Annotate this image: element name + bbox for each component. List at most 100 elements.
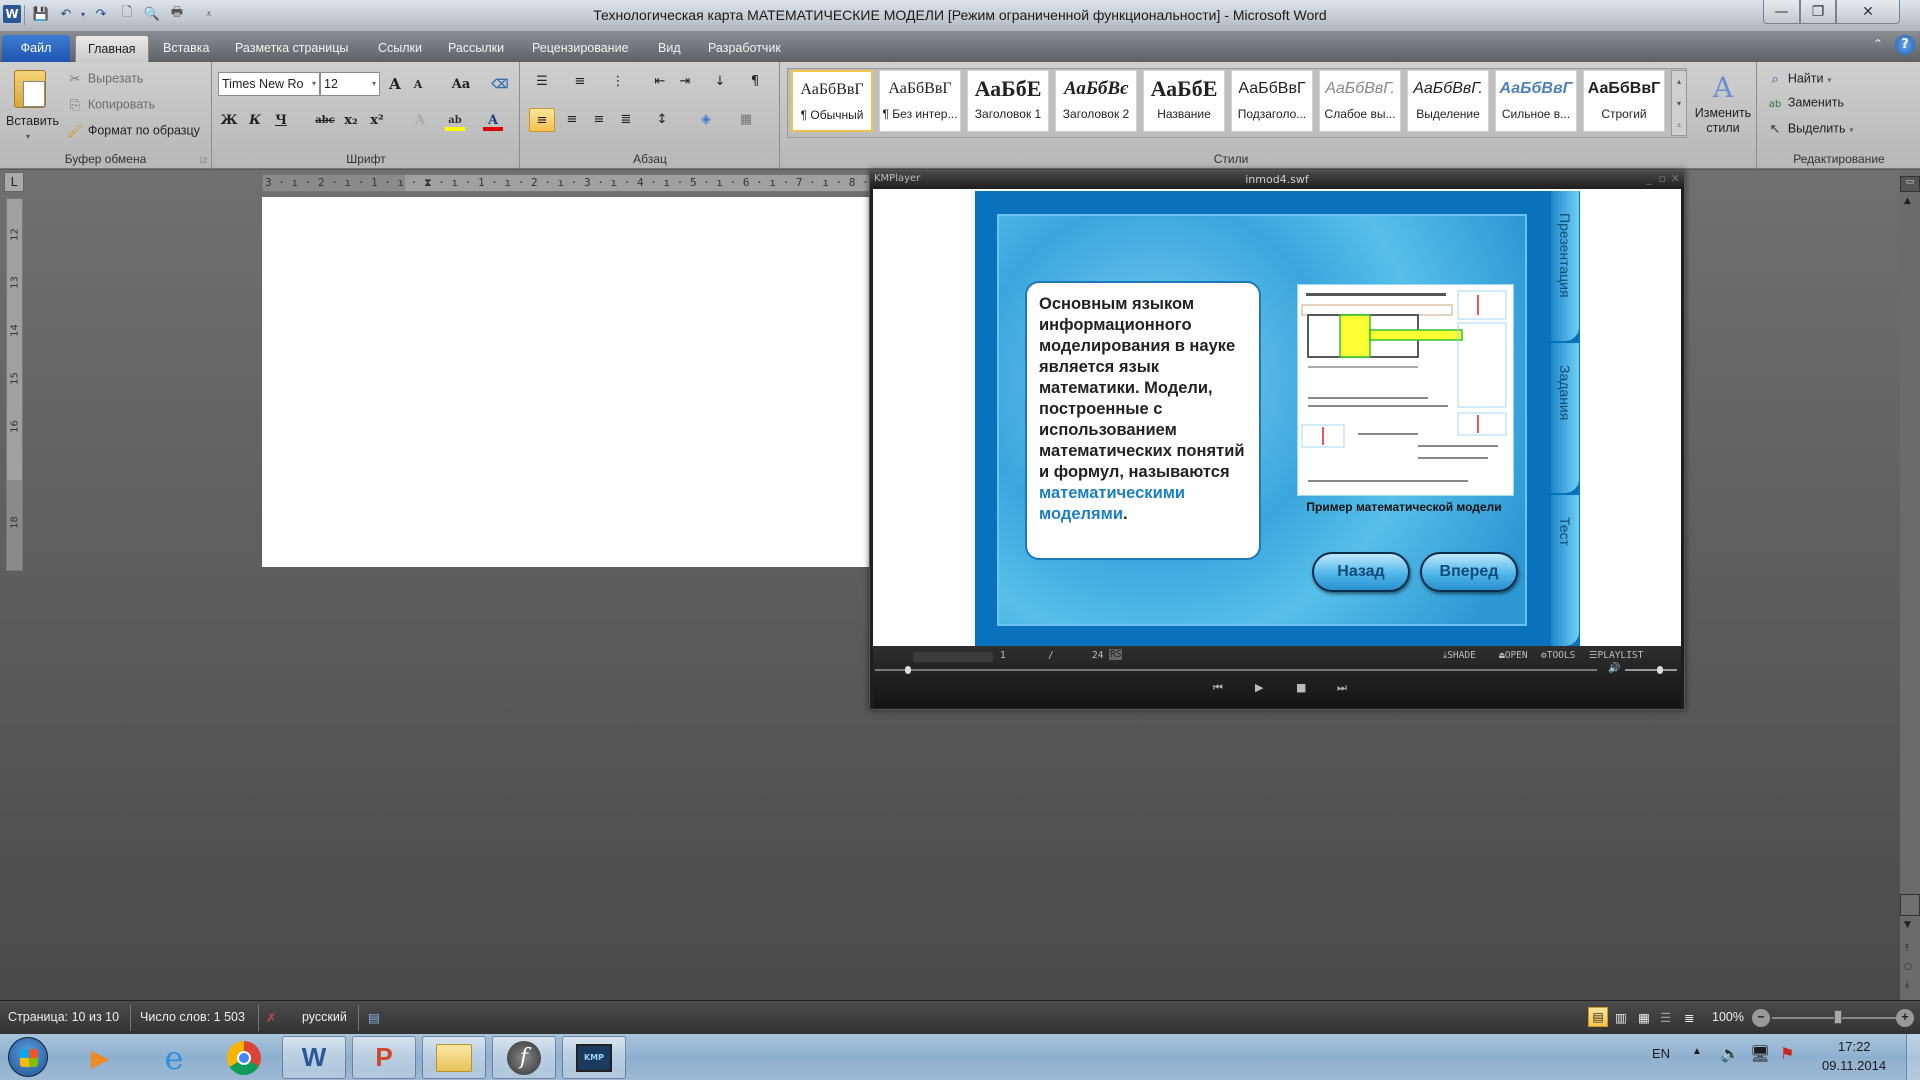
font-name-field[interactable]: Times New Ro ▾ bbox=[218, 72, 320, 96]
zoom-out-button[interactable]: − bbox=[1752, 1009, 1770, 1027]
style-item[interactable]: АаБбВвГ Сильное в... bbox=[1495, 70, 1577, 132]
bullets-icon[interactable]: ☰ bbox=[533, 72, 551, 90]
language-indicator[interactable]: EN bbox=[1652, 1046, 1670, 1061]
font-color-button[interactable]: A bbox=[481, 108, 505, 132]
style-item[interactable]: АаБбВвГ Строгий bbox=[1583, 70, 1665, 132]
borders-icon[interactable]: ▦ bbox=[737, 110, 755, 128]
replace-button[interactable]: ab Заменить bbox=[1766, 95, 1844, 113]
ruler-toggle-icon[interactable]: ▭ bbox=[1900, 176, 1920, 192]
scroll-up-icon[interactable]: ▲ bbox=[1904, 196, 1911, 206]
justify-icon[interactable]: ≣ bbox=[617, 110, 635, 128]
kmp-maximize-icon[interactable]: ▫ bbox=[1659, 172, 1666, 185]
style-item[interactable]: АаБбЕ Заголовок 1 bbox=[967, 70, 1049, 132]
print-layout-view-icon[interactable]: ▤ bbox=[1588, 1007, 1608, 1027]
superscript-button[interactable]: x² bbox=[365, 108, 389, 132]
tab-mailings[interactable]: Рассылки bbox=[436, 35, 516, 62]
style-item[interactable]: АаБбВє Заголовок 2 bbox=[1055, 70, 1137, 132]
tab-insert[interactable]: Вставка bbox=[151, 35, 221, 62]
taskbar-kmplayer[interactable]: KMP bbox=[562, 1036, 626, 1079]
browse-object-icon[interactable]: ○ bbox=[1904, 962, 1912, 972]
page-count[interactable]: Страница: 10 из 10 bbox=[8, 1010, 119, 1024]
zoom-slider-thumb[interactable] bbox=[1834, 1010, 1842, 1024]
shade-button[interactable]: ⤓SHADE bbox=[1443, 650, 1476, 661]
spelling-icon[interactable]: ✗ bbox=[266, 1010, 276, 1025]
next-icon[interactable]: ⏭ bbox=[1337, 681, 1347, 695]
taskbar-explorer[interactable] bbox=[422, 1036, 486, 1079]
paste-icon[interactable] bbox=[14, 70, 46, 108]
taskbar-powerpoint[interactable]: P bbox=[352, 1036, 416, 1079]
strikethrough-button[interactable]: abc bbox=[313, 108, 337, 132]
align-center-icon[interactable]: ≡ bbox=[563, 110, 581, 128]
zoom-in-button[interactable]: + bbox=[1896, 1009, 1914, 1027]
shading-icon[interactable]: ◈ bbox=[697, 110, 715, 128]
back-button[interactable]: Назад bbox=[1312, 552, 1410, 592]
font-size-field[interactable]: 12 ▾ bbox=[320, 72, 380, 96]
change-styles-button[interactable]: A Изменить стили bbox=[1693, 70, 1753, 136]
paste-dropdown-icon[interactable]: ▾ bbox=[26, 132, 30, 141]
language[interactable]: русский bbox=[302, 1010, 347, 1024]
italic-button[interactable]: К bbox=[243, 108, 267, 132]
minimize-ribbon-icon[interactable]: ⌃ bbox=[1873, 37, 1883, 51]
scroll-thumb[interactable] bbox=[1900, 894, 1920, 916]
previous-page-icon[interactable]: ⤒ bbox=[1905, 944, 1909, 954]
grow-font-button[interactable]: A bbox=[383, 72, 407, 96]
tab-file[interactable]: Файл bbox=[2, 35, 70, 62]
start-button[interactable] bbox=[8, 1037, 48, 1077]
volume-handle[interactable] bbox=[1657, 666, 1663, 674]
underline-button[interactable]: Ч bbox=[269, 108, 293, 132]
tab-references[interactable]: Ссылки bbox=[366, 35, 434, 62]
shrink-font-button[interactable]: A bbox=[406, 72, 430, 96]
format-painter-button[interactable]: 🖌 Формат по образцу bbox=[66, 122, 200, 140]
forward-button[interactable]: Вперед bbox=[1420, 552, 1518, 592]
seek-handle[interactable] bbox=[905, 666, 911, 674]
stop-icon[interactable]: ■ bbox=[1296, 681, 1306, 694]
select-button[interactable]: ↖ Выделить ▾ bbox=[1766, 120, 1854, 138]
minimize-button[interactable]: — bbox=[1763, 0, 1800, 24]
style-item[interactable]: АаБбВвГ. Слабое вы... bbox=[1319, 70, 1401, 132]
taskbar-internet-explorer[interactable]: e bbox=[142, 1036, 206, 1079]
help-icon[interactable]: ? bbox=[1895, 35, 1915, 55]
vertical-ruler[interactable]: 12 13 14 15 16 18 bbox=[6, 198, 23, 571]
kmp-close-icon[interactable]: ✕ bbox=[1671, 172, 1680, 185]
side-tab-tasks[interactable]: Задания bbox=[1551, 343, 1579, 493]
rs-indicator[interactable]: RS bbox=[1109, 649, 1123, 660]
seek-bar[interactable] bbox=[875, 669, 1597, 671]
tools-button[interactable]: ⚙TOOLS bbox=[1541, 650, 1575, 661]
taskbar-flash-player[interactable]: f bbox=[492, 1036, 556, 1079]
style-item[interactable]: АаБбВвГ. Выделение bbox=[1407, 70, 1489, 132]
text-effects-button[interactable]: A bbox=[408, 108, 432, 132]
side-tab-presentation[interactable]: Презентация bbox=[1551, 191, 1579, 341]
clock-time[interactable]: 17:22 bbox=[1838, 1039, 1871, 1054]
multilevel-list-icon[interactable]: ⋮ bbox=[609, 72, 627, 90]
previous-icon[interactable]: ⏮ bbox=[1213, 681, 1223, 695]
volume-icon[interactable]: 🔈 bbox=[1720, 1044, 1740, 1064]
clipboard-launcher-icon[interactable]: ◲ bbox=[199, 155, 207, 164]
zoom-level[interactable]: 100% bbox=[1712, 1010, 1744, 1024]
style-item[interactable]: АаБбВвГ ¶ Без интер... bbox=[879, 70, 961, 132]
numbering-icon[interactable]: ≡ bbox=[571, 72, 589, 90]
align-left-icon[interactable]: ≡ bbox=[529, 108, 555, 132]
tab-page-layout[interactable]: Разметка страницы bbox=[223, 35, 360, 62]
draft-view-icon[interactable]: ≣ bbox=[1684, 1010, 1694, 1025]
style-item[interactable]: АаБбЕ Название bbox=[1143, 70, 1225, 132]
outline-view-icon[interactable]: ☰ bbox=[1660, 1010, 1671, 1025]
side-tab-test[interactable]: Тест bbox=[1551, 495, 1579, 646]
document-page[interactable] bbox=[262, 197, 870, 567]
taskbar-word[interactable]: W bbox=[282, 1036, 346, 1079]
taskbar-media-player[interactable]: ▶ bbox=[68, 1036, 132, 1079]
decrease-indent-icon[interactable]: ⇤ bbox=[651, 72, 669, 90]
playlist-button[interactable]: ☰PLAYLIST bbox=[1589, 650, 1643, 661]
tab-home[interactable]: Главная bbox=[75, 35, 149, 62]
line-spacing-icon[interactable]: ↕ bbox=[653, 110, 671, 128]
sort-icon[interactable]: ↓ bbox=[711, 72, 729, 90]
video-area[interactable]: Основным языком информационного моделиро… bbox=[873, 189, 1681, 646]
horizontal-ruler[interactable]: 3 · ı · 2 · ı · 1 · ı · ⧗ · ı · 1 · ı · … bbox=[262, 174, 870, 192]
show-hidden-icons[interactable]: ▲ bbox=[1692, 1046, 1702, 1057]
play-icon[interactable]: ▶ bbox=[1255, 681, 1263, 694]
action-center-icon[interactable]: ⚑ bbox=[1780, 1044, 1794, 1064]
style-item[interactable]: АаБбВвГ Подзаголо... bbox=[1231, 70, 1313, 132]
copy-button[interactable]: ⎘ Копировать bbox=[66, 96, 155, 114]
word-count[interactable]: Число слов: 1 503 bbox=[140, 1010, 245, 1024]
restore-button[interactable]: ❐ bbox=[1800, 0, 1836, 24]
highlight-button[interactable]: ab bbox=[443, 108, 467, 132]
